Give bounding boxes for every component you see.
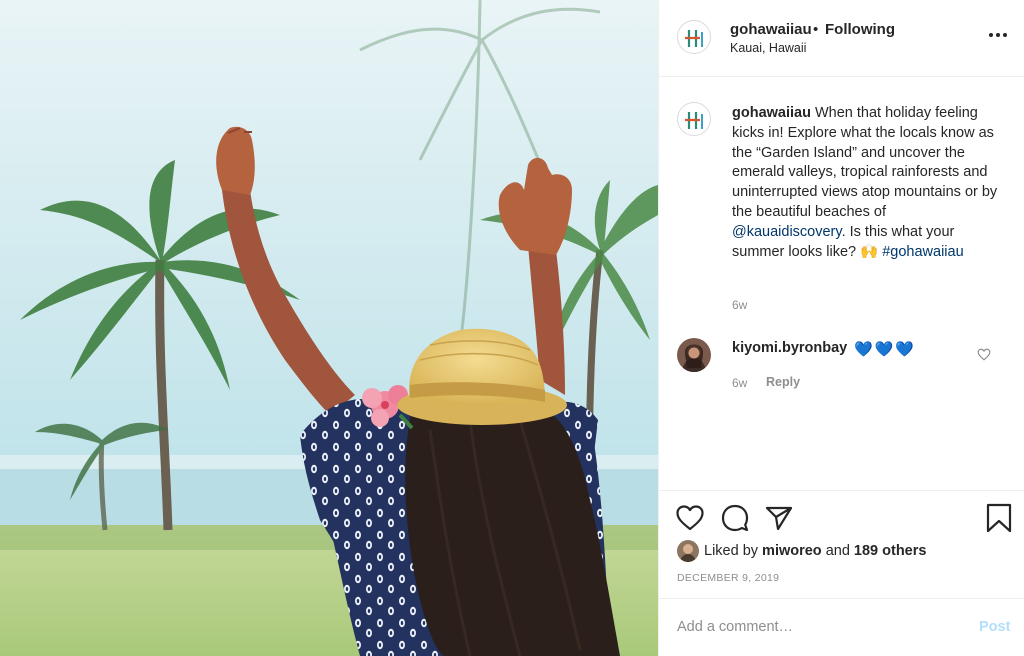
add-comment-input[interactable] [677, 619, 947, 635]
header-separator: • [813, 21, 819, 38]
brand-logo-icon [685, 112, 703, 129]
brand-logo-icon [685, 30, 703, 47]
commenter-avatar[interactable] [677, 338, 711, 372]
more-options-icon[interactable] [989, 26, 1013, 46]
actions-divider [659, 490, 1024, 491]
post-location[interactable]: Kauai, Hawaii [730, 41, 806, 55]
header-divider [659, 76, 1024, 77]
share-icon[interactable] [764, 503, 794, 533]
likes-middle: and [821, 543, 854, 559]
caption-text: When that holiday feeling kicks in! Expl… [732, 105, 998, 220]
post-comment-button[interactable]: Post [979, 619, 1010, 635]
post-author-username[interactable]: gohawaiiau [730, 21, 812, 38]
comment-time[interactable]: 6w [732, 376, 747, 390]
post-sidebar: gohawaiiau • Following Kauai, Hawaii goh… [658, 0, 1024, 656]
caption-username[interactable]: gohawaiiau [732, 105, 811, 121]
caption-time[interactable]: 6w [732, 298, 747, 312]
likes-summary: Liked by miworeo and 189 others [704, 543, 926, 559]
liker-avatar[interactable] [677, 540, 699, 562]
post-photo-image [0, 0, 658, 656]
reply-button[interactable]: Reply [766, 375, 800, 389]
comment-like-heart-icon[interactable] [977, 348, 991, 361]
following-button[interactable]: Following [825, 21, 895, 38]
comment-text: 💙💙💙 [854, 341, 917, 358]
comment-box-divider [659, 598, 1024, 599]
post-photo[interactable] [0, 0, 658, 656]
bookmark-icon[interactable] [984, 503, 1014, 533]
post-date[interactable]: DECEMBER 9, 2019 [677, 572, 779, 584]
heart-icon[interactable] [675, 503, 705, 533]
comment-icon[interactable] [720, 503, 750, 533]
liker-username[interactable]: miworeo [762, 543, 822, 559]
post-caption: gohawaiiau When that holiday feeling kic… [732, 104, 1000, 262]
mention-link[interactable]: @kauaidiscovery [732, 224, 842, 240]
hashtag-link[interactable]: #gohawaiiau [882, 244, 963, 260]
profile-avatar[interactable] [677, 20, 711, 54]
likes-prefix: Liked by [704, 543, 763, 559]
commenter-username[interactable]: kiyomi.byronbay [732, 340, 847, 356]
likes-others-link[interactable]: 189 others [854, 543, 927, 559]
caption-avatar[interactable] [677, 102, 711, 136]
